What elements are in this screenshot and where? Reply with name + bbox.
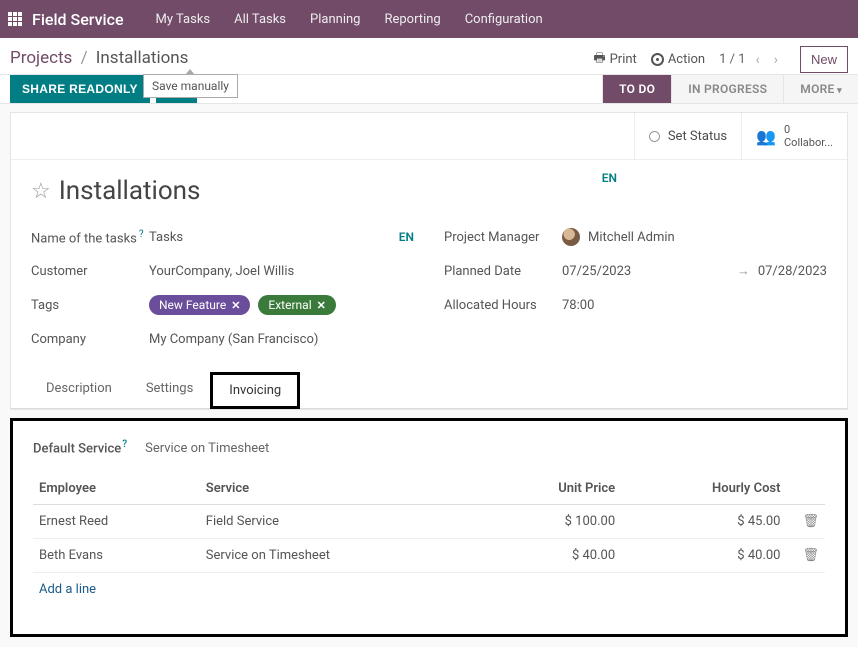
name-lang-badge[interactable]: EN bbox=[399, 230, 414, 244]
record-card: Set Status 👥 0 Collabor... ☆ Installatio… bbox=[10, 112, 848, 410]
invoicing-table: Employee Service Unit Price Hourly Cost … bbox=[33, 473, 825, 606]
col-employee: Employee bbox=[33, 473, 200, 505]
nav-all-tasks[interactable]: All Tasks bbox=[222, 2, 298, 37]
allocated-value[interactable]: 78:00 bbox=[562, 298, 827, 313]
breadcrumb-root[interactable]: Projects bbox=[10, 48, 72, 68]
label-tags: Tags bbox=[31, 298, 149, 313]
control-bar: Projects / Installations 🖶 Print Action … bbox=[0, 38, 858, 75]
status-more[interactable]: MORE bbox=[783, 75, 858, 103]
nav-configuration[interactable]: Configuration bbox=[453, 2, 555, 37]
table-row[interactable]: Beth Evans Service on Timesheet $ 40.00 … bbox=[33, 538, 825, 572]
action-bar: SHARE READONLY SH Save manually TO DO IN… bbox=[0, 75, 858, 104]
col-service: Service bbox=[200, 473, 480, 505]
pager: 1 / 1 ‹ › bbox=[719, 50, 782, 70]
date-start[interactable]: 07/25/2023 bbox=[562, 264, 631, 279]
date-end[interactable]: 07/28/2023 bbox=[758, 264, 827, 279]
close-icon[interactable]: ✕ bbox=[317, 299, 326, 312]
gear-icon bbox=[651, 53, 664, 66]
apps-icon[interactable] bbox=[8, 12, 22, 26]
top-nav: Field Service My Tasks All Tasks Plannin… bbox=[0, 0, 858, 38]
title-lang-badge[interactable]: EN bbox=[602, 171, 617, 185]
breadcrumb-current: Installations bbox=[96, 48, 189, 68]
set-status-box[interactable]: Set Status bbox=[634, 113, 741, 159]
label-pm: Project Manager bbox=[444, 230, 562, 245]
help-icon[interactable]: ? bbox=[122, 439, 127, 450]
action-button[interactable]: Action bbox=[651, 52, 705, 67]
pm-value[interactable]: Mitchell Admin bbox=[588, 230, 675, 245]
add-line-button[interactable]: Add a line bbox=[33, 572, 825, 606]
new-button[interactable]: New bbox=[800, 46, 848, 73]
tab-description[interactable]: Description bbox=[29, 372, 129, 408]
pager-next-icon[interactable]: › bbox=[770, 50, 782, 70]
page-title: Installations bbox=[59, 176, 201, 206]
close-icon[interactable]: ✕ bbox=[231, 299, 240, 312]
nav-menu: My Tasks All Tasks Planning Reporting Co… bbox=[144, 2, 555, 37]
print-icon: 🖶 bbox=[593, 49, 605, 71]
app-brand: Field Service bbox=[32, 10, 124, 29]
collaborators-box[interactable]: 👥 0 Collabor... bbox=[741, 113, 847, 159]
print-button[interactable]: 🖶 Print bbox=[593, 49, 636, 71]
label-allocated: Allocated Hours bbox=[444, 298, 562, 313]
breadcrumb: Projects / Installations bbox=[10, 46, 188, 74]
status-radio-icon bbox=[649, 131, 660, 142]
arrow-right-icon: → bbox=[737, 263, 750, 279]
label-default-service: Default Service bbox=[33, 442, 121, 457]
tag-external[interactable]: External✕ bbox=[258, 295, 335, 315]
label-planned: Planned Date bbox=[444, 264, 562, 279]
nav-reporting[interactable]: Reporting bbox=[372, 2, 452, 37]
tag-new-feature[interactable]: New Feature✕ bbox=[149, 295, 250, 315]
customer-value[interactable]: YourCompany, Joel Willis bbox=[149, 264, 414, 279]
company-value[interactable]: My Company (San Francisco) bbox=[149, 332, 414, 347]
avatar-icon bbox=[562, 228, 580, 246]
save-tooltip: Save manually bbox=[143, 74, 238, 98]
col-hourly-cost: Hourly Cost bbox=[621, 473, 786, 505]
pager-prev-icon[interactable]: ‹ bbox=[752, 50, 764, 70]
status-todo[interactable]: TO DO bbox=[602, 75, 671, 103]
tab-invoicing[interactable]: Invoicing bbox=[210, 372, 300, 409]
help-icon[interactable]: ? bbox=[139, 229, 144, 240]
trash-icon[interactable]: 🗑 bbox=[792, 548, 819, 563]
favorite-star-icon[interactable]: ☆ bbox=[31, 179, 51, 204]
pager-text: 1 / 1 bbox=[719, 52, 745, 67]
default-service-value[interactable]: Service on Timesheet bbox=[145, 441, 269, 456]
name-value[interactable]: Tasks bbox=[149, 230, 183, 245]
invoicing-panel: Default Service? Service on Timesheet Em… bbox=[10, 418, 848, 636]
status-bar: TO DO IN PROGRESS MORE bbox=[602, 75, 858, 103]
nav-planning[interactable]: Planning bbox=[298, 2, 372, 37]
users-icon: 👥 bbox=[756, 127, 776, 146]
nav-my-tasks[interactable]: My Tasks bbox=[144, 2, 223, 37]
label-name: Name of the tasks bbox=[31, 231, 137, 246]
trash-icon[interactable]: 🗑 bbox=[792, 514, 819, 529]
tab-settings[interactable]: Settings bbox=[129, 372, 210, 408]
col-unit-price: Unit Price bbox=[480, 473, 622, 505]
share-readonly-button[interactable]: SHARE READONLY bbox=[10, 75, 150, 103]
table-row[interactable]: Ernest Reed Field Service $ 100.00 $ 45.… bbox=[33, 504, 825, 538]
tabs: Description Settings Invoicing bbox=[11, 372, 847, 409]
label-company: Company bbox=[31, 332, 149, 347]
status-in-progress[interactable]: IN PROGRESS bbox=[671, 75, 783, 103]
label-customer: Customer bbox=[31, 264, 149, 279]
